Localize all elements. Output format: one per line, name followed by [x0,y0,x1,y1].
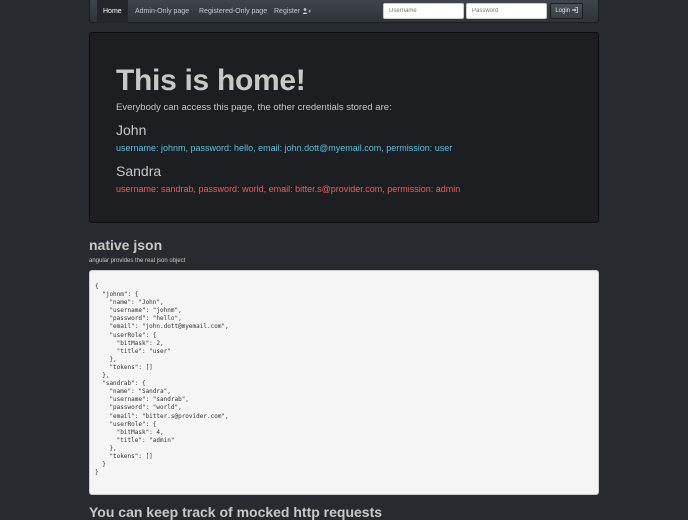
nav-registered-only-link[interactable]: Registered-Only page [193,0,273,23]
sign-in-icon [571,7,578,14]
navbar: Home Admin-Only page Registered-Only pag… [89,0,599,23]
login-label: Login [555,8,570,14]
nav-register-label: Register [274,8,301,15]
password-input[interactable] [466,3,547,19]
login-button[interactable]: Login [550,3,583,19]
lead-text: Everybody can access this page, the othe… [116,102,392,113]
user-heading-john: John [116,122,147,138]
user-plus-icon [302,8,312,15]
credentials-john: username: johnm, password: hello, email:… [116,143,453,153]
username-input[interactable] [383,3,464,19]
mock-requests-heading: You can keep track of mocked http reques… [89,504,383,520]
jumbotron: This is home! Everybody can access this … [89,32,599,223]
nav-register-link[interactable]: Register [268,0,317,23]
user-heading-sandra: Sandra [116,163,162,179]
native-json-subtitle: angular provides the real json object [89,258,186,264]
credentials-sandra: username: sandrab, password: world, emai… [116,184,461,194]
json-code-block: { "johnm": { "name": "John", "username":… [89,270,599,495]
native-json-heading: native json [89,237,163,253]
page-title: This is home! [116,64,306,97]
nav-admin-only-link[interactable]: Admin-Only page [129,0,195,23]
nav-home-link[interactable]: Home [97,0,128,23]
